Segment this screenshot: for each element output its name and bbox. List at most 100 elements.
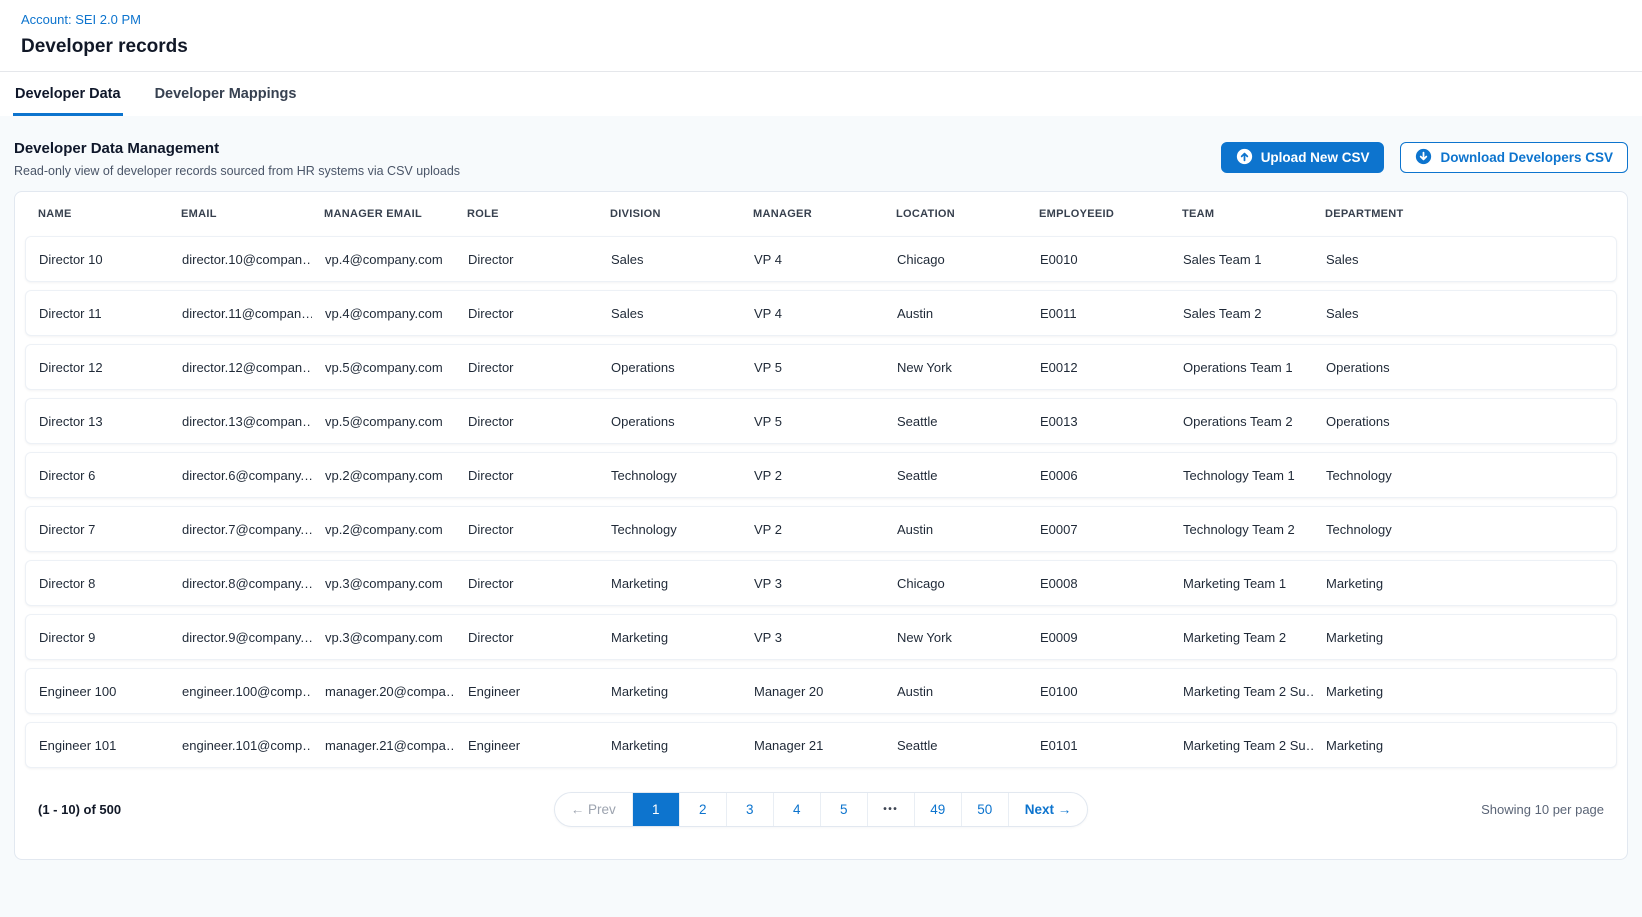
table-row: Director 8director.8@company.…vp.3@compa… (25, 560, 1617, 606)
cell-department: Sales (1313, 252, 1616, 267)
section-header: Developer Data Management Read-only view… (14, 140, 1628, 178)
tab-bar: Developer Data Developer Mappings (0, 72, 1642, 116)
cell-employeeid: E0007 (1027, 522, 1170, 537)
next-arrow-icon: → (1058, 802, 1072, 817)
cell-team: Technology Team 2 (1170, 522, 1313, 537)
table-row: Director 12director.12@compan…vp.5@compa… (25, 344, 1617, 390)
section-title: Developer Data Management (14, 140, 460, 157)
page-button-1[interactable]: 1 (632, 793, 679, 826)
column-header-department: DEPARTMENT (1312, 208, 1617, 220)
cell-manager-email: vp.3@company.com (312, 630, 455, 645)
prev-button[interactable]: ← Prev (555, 793, 632, 826)
page-title: Developer records (21, 36, 1621, 58)
download-developers-csv-button[interactable]: Download Developers CSV (1400, 142, 1628, 173)
cell-email: director.12@compan… (169, 360, 312, 375)
cell-manager-email: vp.4@company.com (312, 306, 455, 321)
cell-email: director.6@company.… (169, 468, 312, 483)
pagination-range-label: (1 - 10) of 500 (38, 802, 554, 817)
cell-role: Engineer (455, 738, 598, 753)
table-row: Director 9director.9@company.…vp.3@compa… (25, 614, 1617, 660)
account-link[interactable]: Account: SEI 2.0 PM (21, 12, 141, 27)
section-subtitle: Read-only view of developer records sour… (14, 164, 460, 178)
cell-division: Operations (598, 360, 741, 375)
column-header-location: LOCATION (883, 208, 1026, 220)
prev-arrow-icon: ← (571, 802, 588, 817)
table-header-row: NAMEEMAILMANAGER EMAILROLEDIVISIONMANAGE… (25, 192, 1617, 236)
cell-team: Operations Team 1 (1170, 360, 1313, 375)
cell-name: Director 13 (26, 414, 169, 429)
cell-division: Operations (598, 414, 741, 429)
page-button-50[interactable]: 50 (961, 793, 1008, 826)
cell-department: Marketing (1313, 738, 1616, 753)
cell-location: Austin (884, 522, 1027, 537)
cell-division: Technology (598, 522, 741, 537)
cell-location: New York (884, 360, 1027, 375)
page-button-4[interactable]: 4 (773, 793, 820, 826)
cell-department: Technology (1313, 468, 1616, 483)
cell-name: Director 12 (26, 360, 169, 375)
cell-name: Engineer 100 (26, 684, 169, 699)
table-row: Director 7director.7@company.…vp.2@compa… (25, 506, 1617, 552)
page-button-5[interactable]: 5 (820, 793, 867, 826)
tab-developer-data[interactable]: Developer Data (13, 72, 123, 116)
cell-manager: VP 3 (741, 576, 884, 591)
cell-name: Director 11 (26, 306, 169, 321)
cell-department: Marketing (1313, 576, 1616, 591)
table-footer: (1 - 10) of 500 ← Prev12345•••4950Next →… (25, 776, 1617, 859)
cell-division: Sales (598, 306, 741, 321)
page-button-49[interactable]: 49 (914, 793, 961, 826)
cell-location: Chicago (884, 252, 1027, 267)
cell-employeeid: E0010 (1027, 252, 1170, 267)
cell-manager: VP 2 (741, 468, 884, 483)
column-header-employeeid: EMPLOYEEID (1026, 208, 1169, 220)
cell-name: Director 10 (26, 252, 169, 267)
cell-role: Director (455, 306, 598, 321)
table-card: NAMEEMAILMANAGER EMAILROLEDIVISIONMANAGE… (14, 191, 1628, 860)
cell-location: New York (884, 630, 1027, 645)
cell-role: Director (455, 576, 598, 591)
table-row: Director 13director.13@compan…vp.5@compa… (25, 398, 1617, 444)
cell-manager-email: vp.5@company.com (312, 414, 455, 429)
tab-developer-mappings[interactable]: Developer Mappings (153, 72, 299, 116)
cell-location: Austin (884, 684, 1027, 699)
download-icon (1415, 148, 1432, 168)
column-header-team: TEAM (1169, 208, 1312, 220)
table-row: Director 10director.10@compan…vp.4@compa… (25, 236, 1617, 282)
page-button-2[interactable]: 2 (679, 793, 726, 826)
cell-division: Marketing (598, 684, 741, 699)
cell-email: director.11@compan… (169, 306, 312, 321)
action-buttons: Upload New CSV Download Developers CSV (1221, 142, 1628, 173)
per-page-label: Showing 10 per page (1088, 802, 1604, 817)
cell-name: Director 8 (26, 576, 169, 591)
column-header-email: EMAIL (168, 208, 311, 220)
next-button[interactable]: Next → (1008, 793, 1088, 826)
page-button-3[interactable]: 3 (726, 793, 773, 826)
cell-manager-email: manager.20@compa… (312, 684, 455, 699)
cell-manager: Manager 20 (741, 684, 884, 699)
cell-manager-email: vp.3@company.com (312, 576, 455, 591)
table-row: Director 11director.11@compan…vp.4@compa… (25, 290, 1617, 336)
column-header-manager-email: MANAGER EMAIL (311, 208, 454, 220)
cell-manager: VP 3 (741, 630, 884, 645)
cell-email: director.10@compan… (169, 252, 312, 267)
cell-team: Sales Team 2 (1170, 306, 1313, 321)
upload-new-csv-button[interactable]: Upload New CSV (1221, 142, 1385, 173)
column-header-division: DIVISION (597, 208, 740, 220)
cell-manager-email: vp.5@company.com (312, 360, 455, 375)
cell-manager-email: vp.2@company.com (312, 468, 455, 483)
ellipsis-button: ••• (867, 793, 914, 826)
cell-team: Marketing Team 1 (1170, 576, 1313, 591)
cell-manager-email: vp.2@company.com (312, 522, 455, 537)
cell-role: Director (455, 360, 598, 375)
cell-employeeid: E0101 (1027, 738, 1170, 753)
pagination: ← Prev12345•••4950Next → (554, 792, 1089, 827)
cell-manager: VP 4 (741, 306, 884, 321)
cell-manager-email: vp.4@company.com (312, 252, 455, 267)
cell-email: engineer.100@comp… (169, 684, 312, 699)
cell-email: engineer.101@comp… (169, 738, 312, 753)
cell-division: Sales (598, 252, 741, 267)
upload-icon (1236, 148, 1253, 168)
cell-department: Technology (1313, 522, 1616, 537)
cell-division: Technology (598, 468, 741, 483)
cell-team: Operations Team 2 (1170, 414, 1313, 429)
